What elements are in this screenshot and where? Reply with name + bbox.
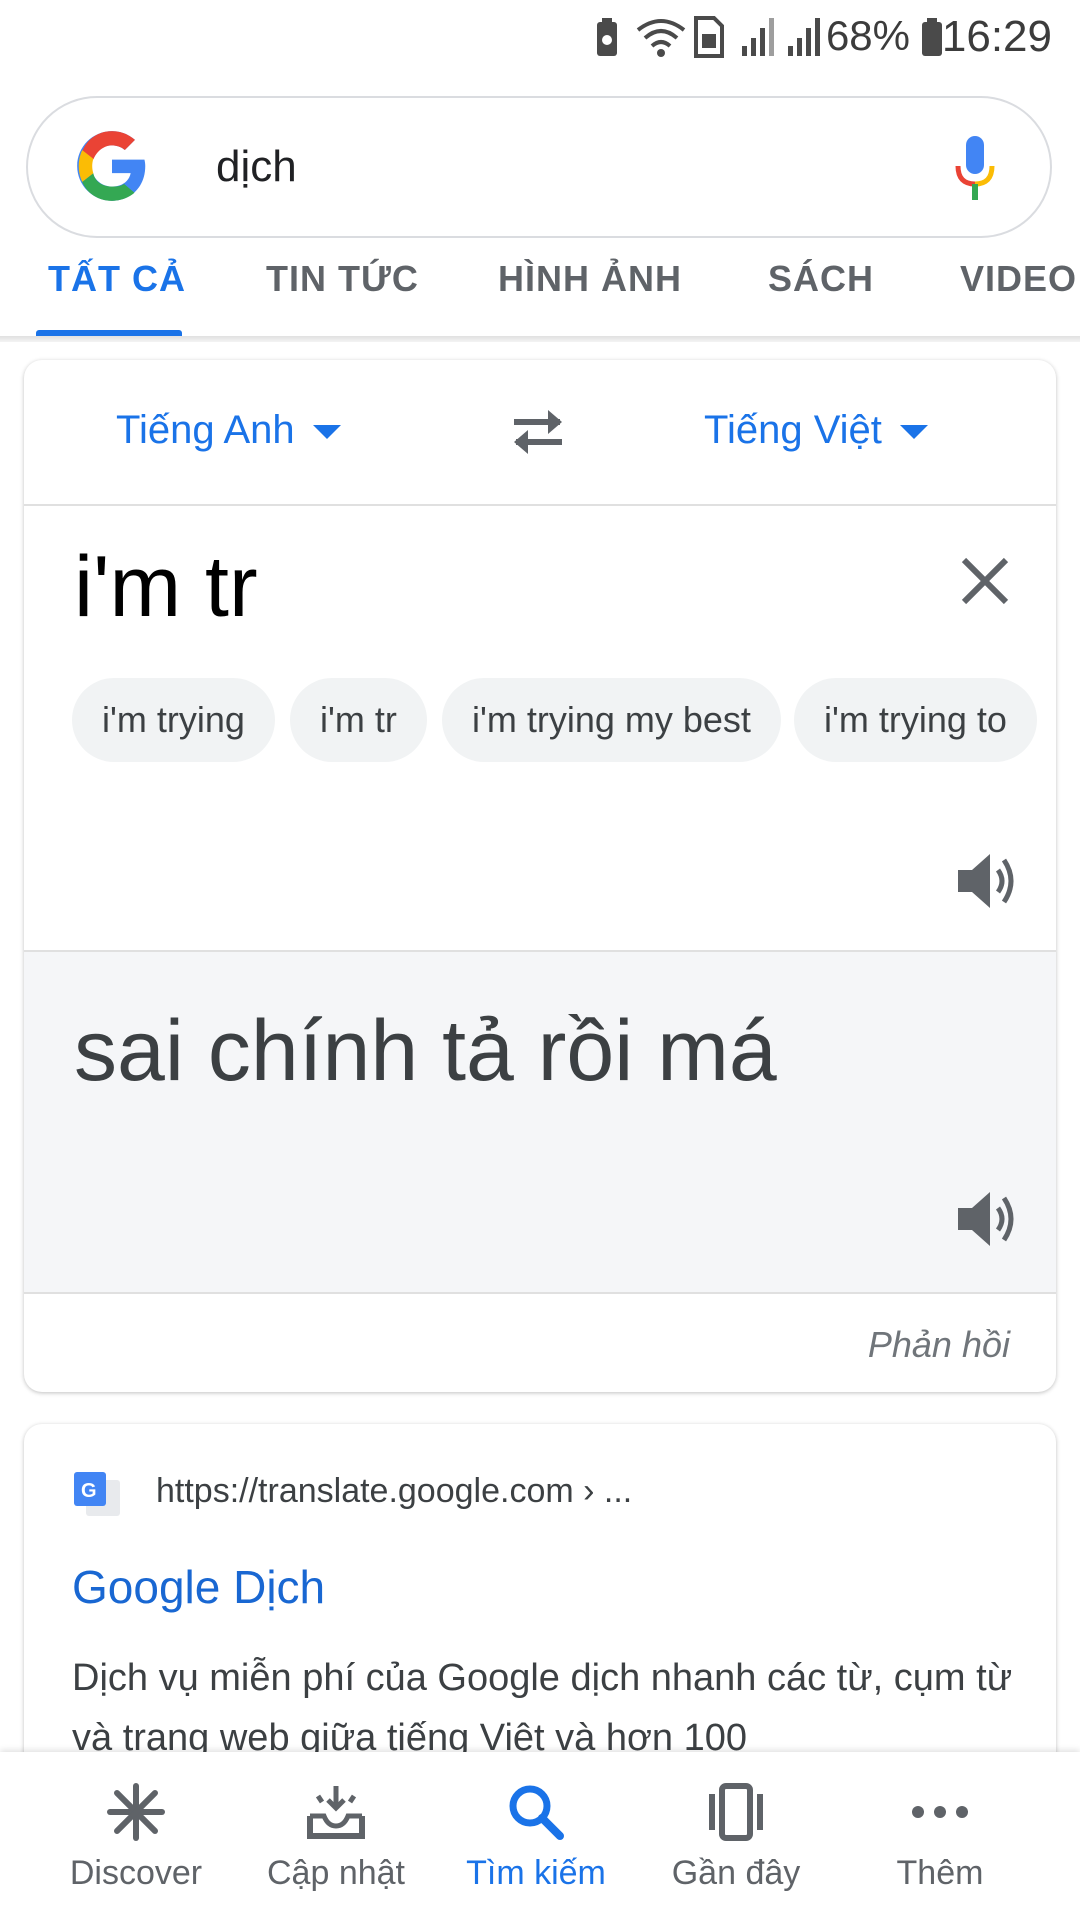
divider (24, 1292, 1056, 1294)
sim-card-icon (694, 16, 724, 58)
battery-icon (922, 18, 942, 56)
result-title-link[interactable]: Google Dịch (72, 1560, 325, 1614)
recent-cards-icon (709, 1783, 763, 1841)
source-language-select[interactable]: Tiếng Anh (116, 408, 341, 453)
translation-text: sai chính tả rồi má (74, 1003, 777, 1099)
updates-tray-icon (307, 1786, 365, 1839)
speaker-icon[interactable] (954, 848, 1020, 914)
translate-card: Tiếng Anh Tiếng Việt i'm tr i'm trying i… (24, 360, 1056, 1392)
status-bar: 68% 16:29 (0, 0, 1080, 76)
tab-images[interactable]: HÌNH ẢNH (498, 258, 682, 300)
result-snippet: Dịch vụ miễn phí của Google dịch nhanh c… (72, 1657, 1013, 1759)
nav-recent[interactable]: Gần đây (636, 1752, 836, 1920)
feedback-link[interactable]: Phản hồi (868, 1324, 1010, 1366)
close-icon[interactable] (958, 554, 1012, 608)
battery-percent: 68% (825, 12, 910, 59)
translation-output: sai chính tả rồi má (24, 952, 1056, 1292)
chevron-down-icon (312, 425, 341, 440)
nav-discover[interactable]: Discover (36, 1752, 236, 1920)
nav-more[interactable]: Thêm (840, 1752, 1040, 1920)
nav-label: Tìm kiếm (466, 1854, 606, 1892)
divider (24, 504, 1056, 506)
suggestion-chip[interactable]: i'm trying (72, 678, 275, 762)
tab-books[interactable]: SÁCH (768, 258, 874, 300)
search-icon (509, 1785, 564, 1840)
suggestion-chip[interactable]: i'm trying my best (442, 678, 781, 762)
nav-label: Cập nhật (267, 1854, 405, 1892)
suggestion-chip[interactable]: i'm trying to (794, 678, 1037, 762)
battery-saver-icon (597, 18, 617, 56)
microphone-icon[interactable] (952, 134, 998, 204)
source-language-label: Tiếng Anh (116, 408, 295, 452)
tab-videos[interactable]: VIDEO (960, 258, 1077, 300)
tab-news[interactable]: TIN TỨC (266, 258, 419, 300)
clock: 16:29 (941, 12, 1052, 61)
nav-label: Gần đây (671, 1854, 801, 1892)
nav-search[interactable]: Tìm kiếm (436, 1752, 636, 1920)
nav-label: Discover (69, 1854, 203, 1892)
svg-text:G: G (81, 1480, 97, 1502)
source-text-input[interactable]: i'm tr (74, 538, 258, 637)
swap-languages-icon[interactable] (506, 404, 570, 460)
wifi-icon (636, 19, 686, 57)
chevron-down-icon (899, 425, 928, 440)
search-query[interactable]: dịch (216, 142, 297, 192)
google-logo-icon[interactable] (74, 128, 150, 204)
bottom-navigation: Discover Cập nhật Tìm kiếm Gần đây Thêm (0, 1752, 1080, 1920)
target-language-select[interactable]: Tiếng Việt (704, 408, 928, 453)
asterisk-icon (107, 1783, 165, 1841)
google-translate-favicon-icon: G (74, 1472, 120, 1516)
more-dots-icon (912, 1806, 968, 1818)
speaker-icon[interactable] (954, 1186, 1020, 1252)
search-tabs: TẤT CẢ TIN TỨC HÌNH ẢNH SÁCH VIDEO (0, 240, 1080, 336)
nav-updates[interactable]: Cập nhật (236, 1752, 436, 1920)
signal-2-icon (788, 18, 820, 56)
search-bar[interactable]: dịch (26, 96, 1052, 238)
result-url[interactable]: https://translate.google.com › ... (156, 1472, 632, 1511)
tab-all[interactable]: TẤT CẢ (48, 258, 186, 300)
suggestion-chip[interactable]: i'm tr (290, 678, 427, 762)
nav-label: Thêm (896, 1854, 984, 1892)
tabs-divider (0, 336, 1080, 342)
signal-icon (742, 18, 774, 56)
target-language-label: Tiếng Việt (704, 408, 882, 452)
